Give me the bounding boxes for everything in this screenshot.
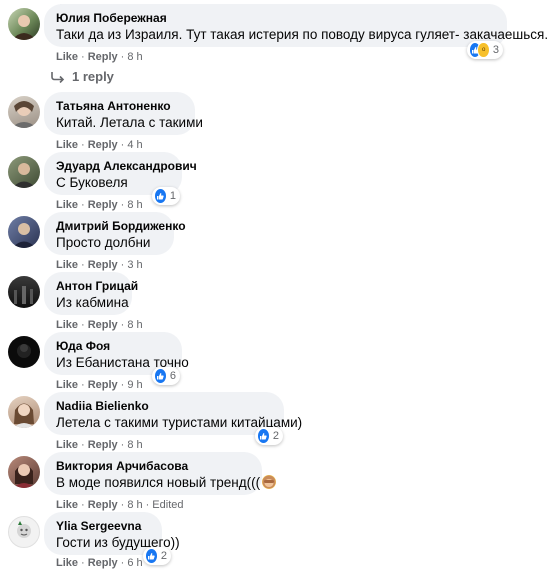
- comment-author[interactable]: Татьяна Антоненко: [56, 98, 183, 114]
- comment-bubble: Nadiia Bielienko Летела с такими туриста…: [44, 392, 303, 435]
- comment-actions: Like · Reply · 8 h: [56, 439, 143, 451]
- comment-actions: Like · Reply · 8 h: [56, 51, 143, 63]
- comment-time[interactable]: 3 h: [127, 259, 142, 271]
- comment-author[interactable]: Антон Грицай: [56, 278, 138, 294]
- like-button[interactable]: Like: [56, 379, 78, 391]
- comment-actions: Like · Reply · 3 h: [56, 259, 143, 271]
- like-button[interactable]: Like: [56, 319, 78, 331]
- reaction-count: 3: [492, 44, 499, 56]
- reply-count-label: 1 reply: [72, 69, 114, 84]
- comment-text: Просто долбни: [56, 235, 151, 250]
- comment-text: Таки да из Израиля. Тут такая истерия по…: [56, 27, 549, 42]
- reply-button[interactable]: Reply: [88, 259, 118, 271]
- comment-time[interactable]: 8 h: [127, 51, 142, 63]
- comment-actions: Like · Reply · 6 h: [56, 557, 143, 569]
- reply-arrow-icon: [51, 71, 65, 83]
- like-reaction-icon: [257, 428, 270, 444]
- comment-bubble: Виктория Арчибасова В моде появился новы…: [44, 452, 277, 495]
- comment-time[interactable]: 8 h: [127, 319, 142, 331]
- wow-reaction-icon: ᵒ: [477, 42, 490, 58]
- comment-bubble: Антон Грицай Из кабмина: [44, 272, 138, 315]
- comment-author[interactable]: Дмитрий Бордиженко: [56, 218, 186, 234]
- edited-label[interactable]: Edited: [152, 499, 183, 511]
- reactions-badge[interactable]: 2: [255, 427, 283, 445]
- avatar[interactable]: [8, 276, 40, 308]
- comment-author[interactable]: Эдуард Александрович: [56, 158, 197, 174]
- comment-time[interactable]: 8 h: [127, 439, 142, 451]
- comment-bubble: Татьяна Антоненко Китай. Летала с такими: [44, 92, 203, 135]
- comment-bubble: Дмитрий Бордиженко Просто долбни: [44, 212, 186, 255]
- avatar[interactable]: [8, 456, 40, 488]
- like-button[interactable]: Like: [56, 199, 78, 211]
- like-button[interactable]: Like: [56, 439, 78, 451]
- comment-author[interactable]: Nadiia Bielienko: [56, 398, 272, 414]
- avatar[interactable]: [8, 8, 40, 40]
- like-reaction-icon: [154, 188, 167, 204]
- comment-actions: Like · Reply · 9 h: [56, 379, 143, 391]
- like-button[interactable]: Like: [56, 557, 78, 569]
- comment-text: Гости из будущего)): [56, 535, 180, 550]
- comment-actions: Like · Reply · 8 h · Edited: [56, 499, 184, 511]
- reactions-badge[interactable]: 2: [143, 547, 171, 565]
- avatar[interactable]: [8, 396, 40, 428]
- avatar[interactable]: [8, 156, 40, 188]
- comment-author[interactable]: Юда Фоя: [56, 338, 170, 354]
- avatar[interactable]: [8, 516, 40, 548]
- comment-bubble: Ylia Sergeevna Гости из будущего)): [44, 512, 180, 555]
- reaction-count: 2: [160, 550, 167, 562]
- like-reaction-icon: [145, 548, 158, 564]
- avatar[interactable]: [8, 216, 40, 248]
- comment-text: С Буковеля: [56, 175, 128, 190]
- see-no-evil-monkey-emoji-icon: [262, 475, 277, 489]
- avatar[interactable]: [8, 96, 40, 128]
- comment-time[interactable]: 8 h: [127, 499, 142, 511]
- like-button[interactable]: Like: [56, 139, 78, 151]
- view-replies-link[interactable]: 1 reply: [50, 69, 114, 84]
- comment-time[interactable]: 4 h: [127, 139, 142, 151]
- reactions-badge[interactable]: 1: [152, 187, 180, 205]
- comment-actions: Like · Reply · 4 h: [56, 139, 143, 151]
- comment-bubble: Юлия Побережная Таки да из Израиля. Тут …: [44, 4, 549, 47]
- reply-button[interactable]: Reply: [88, 557, 118, 569]
- reply-button[interactable]: Reply: [88, 319, 118, 331]
- comment-author[interactable]: Виктория Арчибасова: [56, 458, 250, 474]
- like-reaction-icon: [154, 368, 167, 384]
- comment-actions: Like · Reply · 8 h: [56, 199, 143, 211]
- comment-text: Из кабмина: [56, 295, 129, 310]
- reactions-badge[interactable]: 6: [152, 367, 180, 385]
- reaction-count: 2: [272, 430, 279, 442]
- comment-text: Китай. Летала с такими: [56, 115, 203, 130]
- reactions-badge[interactable]: ᵒ 3: [467, 41, 503, 59]
- comment-actions: Like · Reply · 8 h: [56, 319, 143, 331]
- reply-button[interactable]: Reply: [88, 439, 118, 451]
- avatar[interactable]: [8, 336, 40, 368]
- reply-button[interactable]: Reply: [88, 51, 118, 63]
- comment-time[interactable]: 6 h: [127, 557, 142, 569]
- comment-author[interactable]: Юлия Побережная: [56, 10, 495, 26]
- like-button[interactable]: Like: [56, 51, 78, 63]
- like-button[interactable]: Like: [56, 259, 78, 271]
- comment-text-content: В моде появился новый тренд(((: [56, 475, 261, 490]
- comment-time[interactable]: 8 h: [127, 199, 142, 211]
- comment-text: В моде появился новый тренд(((: [56, 474, 277, 492]
- comment-time[interactable]: 9 h: [127, 379, 142, 391]
- reply-button[interactable]: Reply: [88, 499, 118, 511]
- reply-button[interactable]: Reply: [88, 379, 118, 391]
- reply-button[interactable]: Reply: [88, 139, 118, 151]
- comment-text: Из Ебанистана точно: [56, 355, 189, 370]
- like-button[interactable]: Like: [56, 499, 78, 511]
- comment-author[interactable]: Ylia Sergeevna: [56, 518, 150, 534]
- reply-button[interactable]: Reply: [88, 199, 118, 211]
- comment-text: Летела с такими туристами китайцами): [56, 415, 303, 430]
- reaction-count: 1: [169, 190, 176, 202]
- reaction-count: 6: [169, 370, 176, 382]
